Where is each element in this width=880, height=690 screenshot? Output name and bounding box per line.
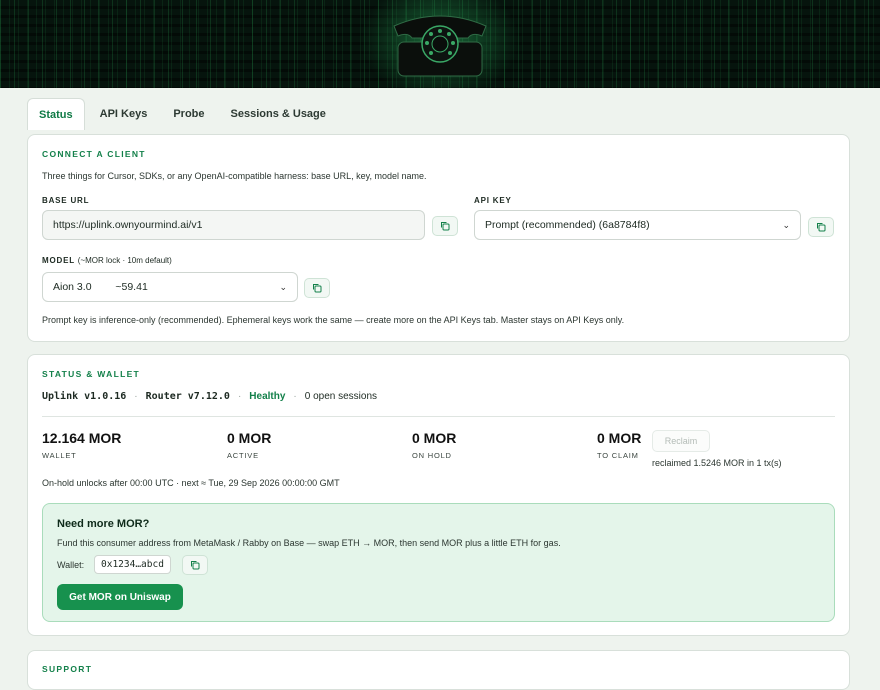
copy-base-url-button[interactable]	[432, 216, 458, 236]
api-key-select[interactable]: Prompt (recommended) (6a8784f8) ⌄	[474, 210, 801, 240]
wallet-label: WALLET	[42, 451, 77, 460]
support-title: SUPPORT	[42, 664, 93, 674]
funding-panel: Need more MOR? Fund this consumer addres…	[42, 503, 835, 622]
model-select[interactable]: Aion 3.0 ~59.41 ⌄	[42, 272, 298, 302]
copy-icon	[313, 284, 322, 293]
connect-client-card: CONNECT A CLIENT Three things for Cursor…	[27, 134, 850, 342]
copy-api-key-button[interactable]	[808, 217, 834, 237]
tab-sessions-usage[interactable]: Sessions & Usage	[220, 98, 337, 130]
tab-status[interactable]: Status	[27, 98, 85, 130]
router-version: Router v7.12.0	[145, 391, 230, 402]
health-status: Healthy	[249, 391, 286, 402]
to-claim-value: 0 MOR	[597, 430, 642, 446]
on-hold-value: 0 MOR	[412, 430, 457, 446]
open-sessions: 0 open sessions	[304, 391, 378, 402]
active-label: ACTIVE	[227, 451, 259, 460]
chevron-down-icon: ⌄	[782, 219, 790, 230]
get-mor-uniswap-button[interactable]: Get MOR on Uniswap	[57, 584, 183, 610]
tab-api-keys[interactable]: API Keys	[89, 98, 159, 130]
connect-note: Prompt key is inference-only (recommende…	[42, 315, 625, 325]
wallet-address[interactable]: 0x1234…abcd	[94, 555, 171, 574]
status-title: STATUS & WALLET	[42, 369, 141, 379]
model-label: MODEL (~MOR lock · 10m default)	[42, 256, 172, 265]
api-key-label: API KEY	[474, 196, 512, 205]
connect-title: CONNECT A CLIENT	[42, 149, 146, 159]
support-card: SUPPORT	[27, 650, 850, 690]
model-price: ~59.41	[115, 281, 148, 293]
status-line: Uplink v1.0.16 · Router v7.12.0 · Health…	[42, 391, 378, 402]
hero-banner	[0, 0, 880, 88]
reclaimed-text: reclaimed 1.5246 MOR in 1 tx(s)	[652, 458, 782, 468]
connect-description: Three things for Cursor, SDKs, or any Op…	[42, 171, 427, 181]
to-claim-label: TO CLAIM	[597, 451, 639, 460]
model-sublabel: (~MOR lock · 10m default)	[77, 256, 172, 265]
model-name: Aion 3.0	[53, 281, 92, 293]
rotary-phone-icon	[393, 15, 487, 77]
unlock-text: On-hold unlocks after 00:00 UTC · next ≈…	[42, 478, 340, 488]
status-wallet-card: STATUS & WALLET Uplink v1.0.16 · Router …	[27, 354, 850, 636]
divider	[42, 416, 835, 417]
copy-icon	[441, 222, 450, 231]
copy-icon	[817, 223, 826, 232]
active-value: 0 MOR	[227, 430, 272, 446]
chevron-down-icon: ⌄	[279, 281, 287, 292]
on-hold-label: ON HOLD	[412, 451, 452, 460]
copy-icon	[191, 561, 200, 570]
wallet-label: Wallet:	[57, 560, 85, 570]
tab-probe[interactable]: Probe	[162, 98, 215, 130]
funding-title: Need more MOR?	[57, 518, 150, 530]
copy-wallet-button[interactable]	[182, 555, 208, 575]
funding-description: Fund this consumer address from MetaMask…	[57, 538, 561, 548]
copy-model-button[interactable]	[304, 278, 330, 298]
main-tabs: Status API Keys Probe Sessions & Usage	[27, 98, 337, 130]
reclaim-button[interactable]: Reclaim	[652, 430, 710, 452]
wallet-value: 12.164 MOR	[42, 430, 122, 446]
base-url-label: BASE URL	[42, 196, 90, 205]
uplink-version: Uplink v1.0.16	[42, 391, 127, 402]
api-key-selected: Prompt (recommended) (6a8784f8)	[485, 219, 650, 231]
base-url-field[interactable]: https://uplink.ownyourmind.ai/v1	[42, 210, 425, 240]
